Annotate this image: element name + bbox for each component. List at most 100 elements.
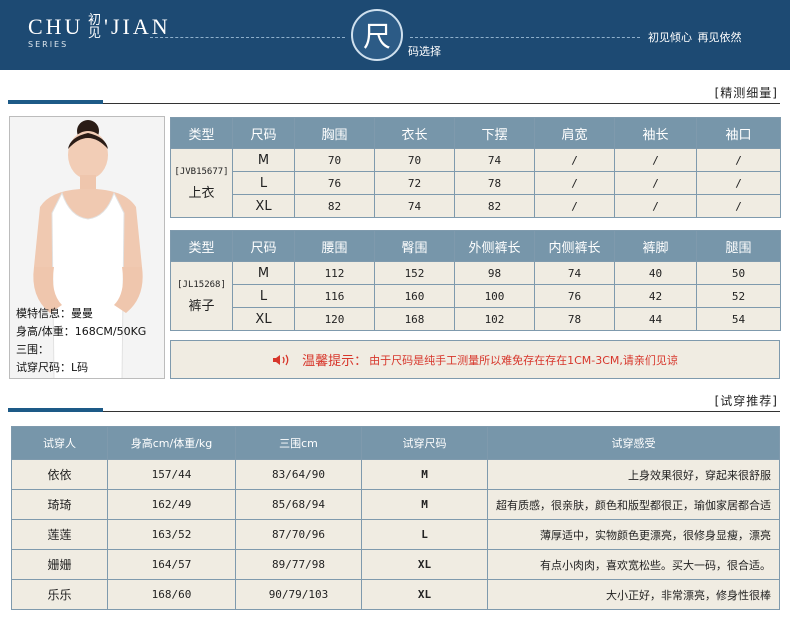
value-cell: 70 — [294, 148, 375, 172]
tryon-table: 试穿人 身高cm/体重/kg 三围cm 试穿尺码 试穿感受 依依 157/44 … — [11, 426, 780, 610]
value-cell: 76 — [534, 284, 615, 308]
speaker-icon — [273, 354, 289, 365]
table-row: 依依 157/44 83/64/90 M 上身效果很好，穿起来很舒服 — [11, 459, 780, 490]
brand-text-cn: 初见 — [88, 12, 102, 40]
value-cell: 120 — [294, 307, 375, 331]
height-weight-cell: 162/49 — [107, 489, 236, 520]
value-cell: 74 — [374, 194, 455, 218]
value-cell: 70 — [374, 148, 455, 172]
header-cell: 腰围 — [294, 230, 375, 262]
feedback-cell: 大小正好，非常漂亮，修身性很棒 — [487, 579, 780, 610]
value-cell: / — [614, 194, 697, 218]
size-emblem: 尺 — [351, 9, 403, 61]
value-cell: 112 — [294, 261, 375, 285]
header-cell: 肩宽 — [534, 117, 615, 149]
table-row: 琦琦 162/49 85/68/94 M 超有质感，很亲肤，颜色和版型都很正，瑜… — [11, 489, 780, 520]
section-rule — [8, 411, 780, 412]
header-cell: 胸围 — [294, 117, 375, 149]
table-row: [JL15268] 裤子 M 112 152 98 74 40 50 — [170, 261, 781, 331]
model-info: 模特信息：曼曼 身高/体重：168CM/50KG 三围： 试穿尺码：L码 — [16, 305, 146, 377]
banner-divider-right — [410, 37, 640, 38]
value-cell: 100 — [454, 284, 535, 308]
header-cell: 身高cm/体重/kg — [107, 426, 236, 460]
value-cell: 78 — [534, 307, 615, 331]
model-photo: 模特信息：曼曼 身高/体重：168CM/50KG 三围： 试穿尺码：L码 — [9, 116, 165, 379]
measurements-cell: 83/64/90 — [235, 459, 362, 490]
size-cell: M — [232, 148, 295, 172]
header-cell: 外侧裤长 — [454, 230, 535, 262]
tops-size-table: 类型 尺码 胸围 衣长 下摆 肩宽 袖长 袖口 [JVB15677] 上衣 M … — [170, 117, 781, 218]
value-cell: / — [696, 171, 781, 195]
product-code: [JVB15677] — [174, 167, 229, 177]
height-weight-cell: 157/44 — [107, 459, 236, 490]
value-cell: 54 — [696, 307, 781, 331]
value-cell: 42 — [614, 284, 697, 308]
value-cell: / — [534, 194, 615, 218]
header-cell: 试穿尺码 — [361, 426, 488, 460]
table-row: L 76 72 78 / / / — [171, 171, 781, 195]
value-cell: 50 — [696, 261, 781, 285]
header-cell: 袖长 — [614, 117, 697, 149]
size-cell: XL — [232, 307, 295, 331]
header-cell: 臀围 — [374, 230, 455, 262]
model-name: 模特信息：曼曼 — [16, 307, 93, 320]
table-row: 莲莲 163/52 87/70/96 L 薄厚适中，实物颜色更漂亮，很修身显瘦，… — [11, 519, 780, 550]
size-cell: L — [232, 171, 295, 195]
product-type: 裤子 — [188, 299, 215, 314]
measurements-cell: 90/79/103 — [235, 579, 362, 610]
header-cell: 内侧裤长 — [534, 230, 615, 262]
size-cell: L — [232, 284, 295, 308]
tryon-size-cell: L — [361, 519, 488, 550]
tryon-size-cell: XL — [361, 579, 488, 610]
section-title: [试穿推荐] — [714, 394, 778, 408]
value-cell: 98 — [454, 261, 535, 285]
value-cell: 74 — [534, 261, 615, 285]
header-cell: 试穿人 — [11, 426, 108, 460]
tester-name: 姗姗 — [11, 549, 108, 580]
value-cell: / — [534, 148, 615, 172]
product-type: 上衣 — [188, 186, 215, 201]
value-cell: 160 — [374, 284, 455, 308]
measurements-cell: 85/68/94 — [235, 489, 362, 520]
model-height-weight: 身高/体重：168CM/50KG — [16, 325, 147, 338]
feedback-cell: 薄厚适中，实物颜色更漂亮，很修身显瘦，漂亮 — [487, 519, 780, 550]
value-cell: 76 — [294, 171, 375, 195]
size-cell: XL — [232, 194, 295, 218]
value-cell: 102 — [454, 307, 535, 331]
value-cell: 82 — [454, 194, 535, 218]
table-row: XL 82 74 82 / / / — [171, 194, 781, 218]
header-cell: 三围cm — [235, 426, 362, 460]
tester-name: 莲莲 — [11, 519, 108, 550]
brand-slogan: 初见倾心 再见依然 — [648, 31, 742, 44]
value-cell: 82 — [294, 194, 375, 218]
value-cell: 152 — [374, 261, 455, 285]
table-row: [JVB15677] 上衣 M 70 70 74 / / / — [170, 148, 781, 218]
table-header-row: 类型 尺码 胸围 衣长 下摆 肩宽 袖长 袖口 — [170, 117, 781, 149]
value-cell: 116 — [294, 284, 375, 308]
pants-size-table: 类型 尺码 腰围 臀围 外侧裤长 内侧裤长 裤脚 腿围 [JL15268] 裤子… — [170, 230, 781, 331]
value-cell: 78 — [454, 171, 535, 195]
height-weight-cell: 168/60 — [107, 579, 236, 610]
header-cell: 类型 — [170, 230, 233, 262]
section-accent-bar — [8, 408, 103, 412]
measurement-tip: 温馨提示： 由于尺码是纯手工测量所以难免存在存在1CM-3CM,请亲们见谅 — [170, 340, 780, 379]
table-row: 乐乐 168/60 90/79/103 XL 大小正好，非常漂亮，修身性很棒 — [11, 579, 780, 610]
value-cell: / — [614, 171, 697, 195]
value-cell: 40 — [614, 261, 697, 285]
header-cell: 尺码 — [232, 117, 295, 149]
height-weight-cell: 163/52 — [107, 519, 236, 550]
feedback-cell: 超有质感，很亲肤，颜色和版型都很正，瑜伽家居都合适 — [487, 489, 780, 520]
header-cell: 腿围 — [696, 230, 781, 262]
header-cell: 下摆 — [454, 117, 535, 149]
banner-divider-left — [150, 37, 345, 38]
feedback-cell: 有点小肉肉，喜欢宽松些。买大一码，很合适。 — [487, 549, 780, 580]
section-accent-bar — [8, 100, 103, 104]
model-measurements: 三围： — [16, 343, 49, 356]
brand-series: SERIES — [28, 40, 69, 49]
tip-text: 由于尺码是纯手工测量所以难免存在存在1CM-3CM,请亲们见谅 — [369, 353, 678, 367]
tryon-size-cell: M — [361, 459, 488, 490]
value-cell: 168 — [374, 307, 455, 331]
tester-name: 依依 — [11, 459, 108, 490]
value-cell: / — [614, 148, 697, 172]
height-weight-cell: 164/57 — [107, 549, 236, 580]
